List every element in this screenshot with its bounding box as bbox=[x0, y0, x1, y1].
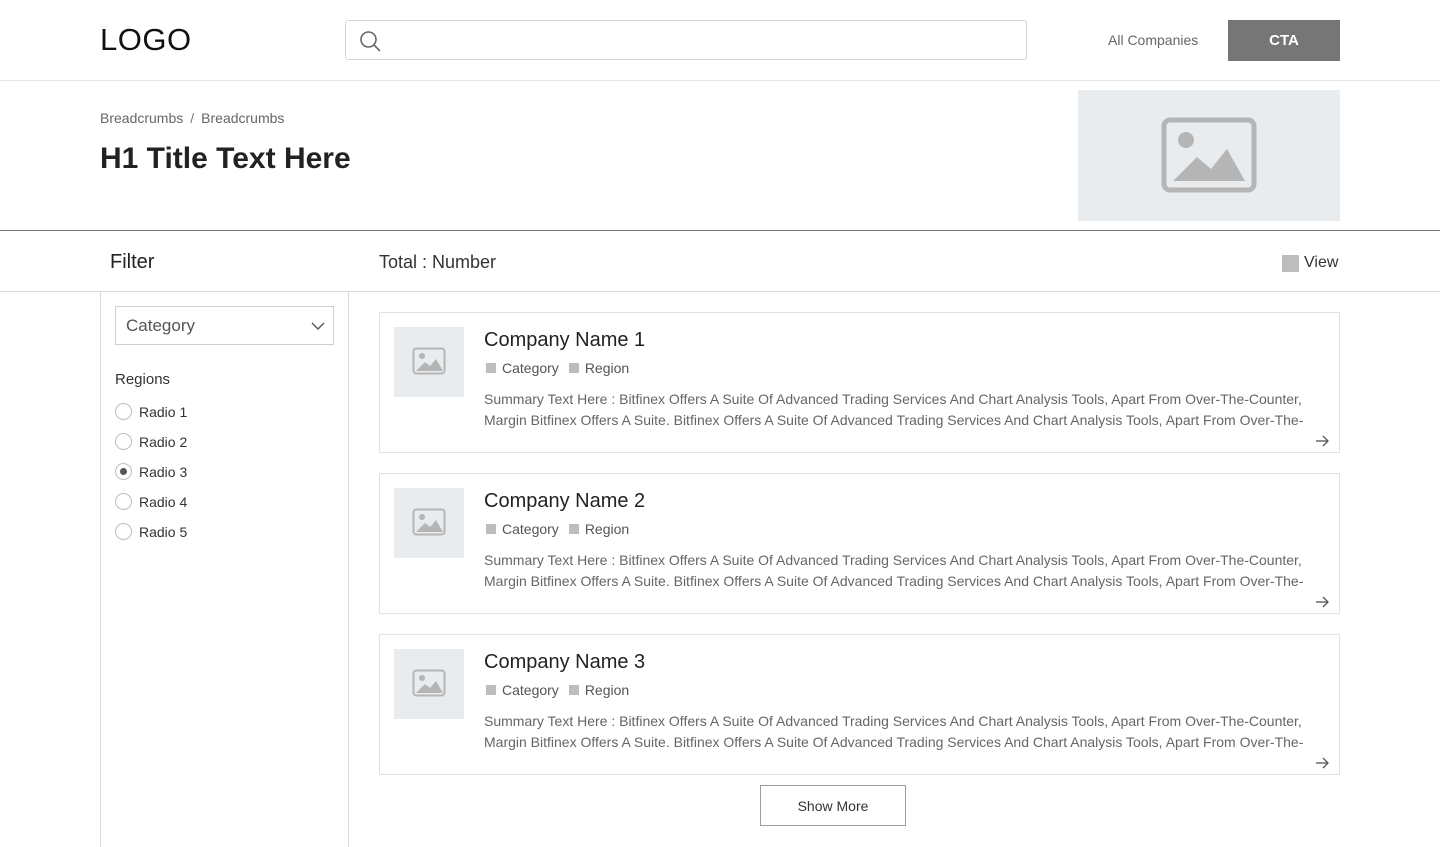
region-tag-label: Region bbox=[584, 521, 630, 537]
radio-button[interactable] bbox=[115, 493, 132, 510]
company-thumbnail bbox=[394, 327, 464, 397]
radio-region-2[interactable]: Radio 2 bbox=[115, 433, 187, 450]
radio-region-5[interactable]: Radio 5 bbox=[115, 523, 187, 540]
search-input[interactable] bbox=[390, 21, 1010, 59]
image-placeholder-icon bbox=[412, 508, 446, 536]
company-summary: Summary Text Here : Bitfinex Offers A Su… bbox=[484, 550, 1314, 592]
regions-label: Regions bbox=[115, 371, 171, 388]
radio-button[interactable] bbox=[115, 433, 132, 450]
view-label: View bbox=[1304, 254, 1339, 271]
hero-divider bbox=[0, 230, 1440, 231]
all-companies-link[interactable]: All Companies bbox=[1108, 32, 1198, 48]
summary-line: Summary Text Here : Bitfinex Offers A Su… bbox=[484, 552, 1302, 568]
company-card[interactable]: Company Name 2 Category Region Summary T… bbox=[379, 473, 1340, 614]
show-more-button[interactable]: Show More bbox=[760, 785, 906, 826]
image-placeholder-icon bbox=[1161, 117, 1257, 193]
total-count: Total : Number bbox=[379, 252, 497, 272]
region-tag-label: Region bbox=[584, 682, 630, 698]
tag-square-icon bbox=[486, 524, 496, 534]
company-card[interactable]: Company Name 1 Category Region Summary T… bbox=[379, 312, 1340, 453]
company-name[interactable]: Company Name 1 bbox=[484, 329, 645, 352]
region-tag-label: Region bbox=[584, 360, 630, 376]
search-icon bbox=[360, 31, 381, 52]
company-card[interactable]: Company Name 3 Category Region Summary T… bbox=[379, 634, 1340, 775]
summary-line: Summary Text Here : Bitfinex Offers A Su… bbox=[484, 391, 1302, 407]
category-tag: Category bbox=[486, 682, 559, 698]
breadcrumb: Breadcrumbs / Breadcrumbs bbox=[100, 110, 284, 126]
radio-label: Radio 4 bbox=[139, 493, 188, 510]
image-placeholder-icon bbox=[412, 347, 446, 375]
breadcrumb-link-2[interactable]: Breadcrumbs bbox=[201, 110, 284, 126]
breadcrumb-link-1[interactable]: Breadcrumbs bbox=[100, 110, 183, 126]
breadcrumb-separator: / bbox=[190, 110, 195, 126]
tag-square-icon bbox=[568, 363, 579, 373]
arrow-right-icon[interactable] bbox=[1314, 433, 1330, 449]
hero-image-placeholder bbox=[1078, 90, 1340, 221]
radio-button-selected[interactable] bbox=[115, 463, 132, 480]
tag-square-icon bbox=[486, 363, 496, 373]
view-icon bbox=[1282, 254, 1299, 272]
category-tag-label: Category bbox=[502, 521, 559, 537]
view-toggle[interactable]: View bbox=[1282, 254, 1338, 272]
radio-button[interactable] bbox=[115, 523, 132, 540]
region-tag: Region bbox=[568, 360, 630, 376]
arrow-right-icon[interactable] bbox=[1314, 755, 1330, 771]
company-tags: Category Region bbox=[486, 521, 639, 537]
company-name[interactable]: Company Name 3 bbox=[484, 651, 645, 674]
tag-square-icon bbox=[568, 524, 579, 534]
top-navigation-bar: LOGO All Companies CTA bbox=[0, 0, 1440, 81]
category-select-value: Category bbox=[126, 316, 195, 335]
image-placeholder-icon bbox=[412, 669, 446, 697]
filter-title: Filter bbox=[110, 251, 155, 273]
company-thumbnail bbox=[394, 488, 464, 558]
radio-label: Radio 3 bbox=[139, 463, 188, 480]
filter-sidebar: Category Regions Radio 1 Radio 2 Radio 3… bbox=[100, 292, 349, 847]
company-thumbnail bbox=[394, 649, 464, 719]
category-tag: Category bbox=[486, 360, 559, 376]
summary-line: Margin Bitfinex Offers A Suite. Bitfinex… bbox=[484, 573, 1304, 589]
category-tag-label: Category bbox=[502, 682, 559, 698]
category-select[interactable]: Category bbox=[115, 306, 334, 345]
summary-line: Margin Bitfinex Offers A Suite. Bitfinex… bbox=[484, 734, 1304, 750]
logo[interactable]: LOGO bbox=[100, 22, 192, 58]
chevron-down-icon bbox=[311, 322, 325, 330]
radio-region-1[interactable]: Radio 1 bbox=[115, 403, 187, 420]
company-summary: Summary Text Here : Bitfinex Offers A Su… bbox=[484, 711, 1314, 753]
radio-region-3[interactable]: Radio 3 bbox=[115, 463, 187, 480]
tag-square-icon bbox=[486, 685, 496, 695]
radio-button[interactable] bbox=[115, 403, 132, 420]
company-name[interactable]: Company Name 2 bbox=[484, 490, 645, 513]
company-tags: Category Region bbox=[486, 360, 639, 376]
summary-line: Summary Text Here : Bitfinex Offers A Su… bbox=[484, 713, 1302, 729]
radio-label: Radio 2 bbox=[139, 433, 188, 450]
radio-label: Radio 1 bbox=[139, 403, 188, 420]
company-summary: Summary Text Here : Bitfinex Offers A Su… bbox=[484, 389, 1314, 431]
radio-label: Radio 5 bbox=[139, 523, 188, 540]
arrow-right-icon[interactable] bbox=[1314, 594, 1330, 610]
summary-line: Margin Bitfinex Offers A Suite. Bitfinex… bbox=[484, 412, 1304, 428]
page-title: H1 Title Text Here bbox=[100, 142, 351, 175]
category-tag-label: Category bbox=[502, 360, 559, 376]
region-tag: Region bbox=[568, 682, 630, 698]
region-tag: Region bbox=[568, 521, 630, 537]
tag-square-icon bbox=[568, 685, 579, 695]
radio-region-4[interactable]: Radio 4 bbox=[115, 493, 187, 510]
company-tags: Category Region bbox=[486, 682, 639, 698]
search-box[interactable] bbox=[345, 20, 1027, 60]
category-tag: Category bbox=[486, 521, 559, 537]
cta-button[interactable]: CTA bbox=[1228, 20, 1340, 61]
